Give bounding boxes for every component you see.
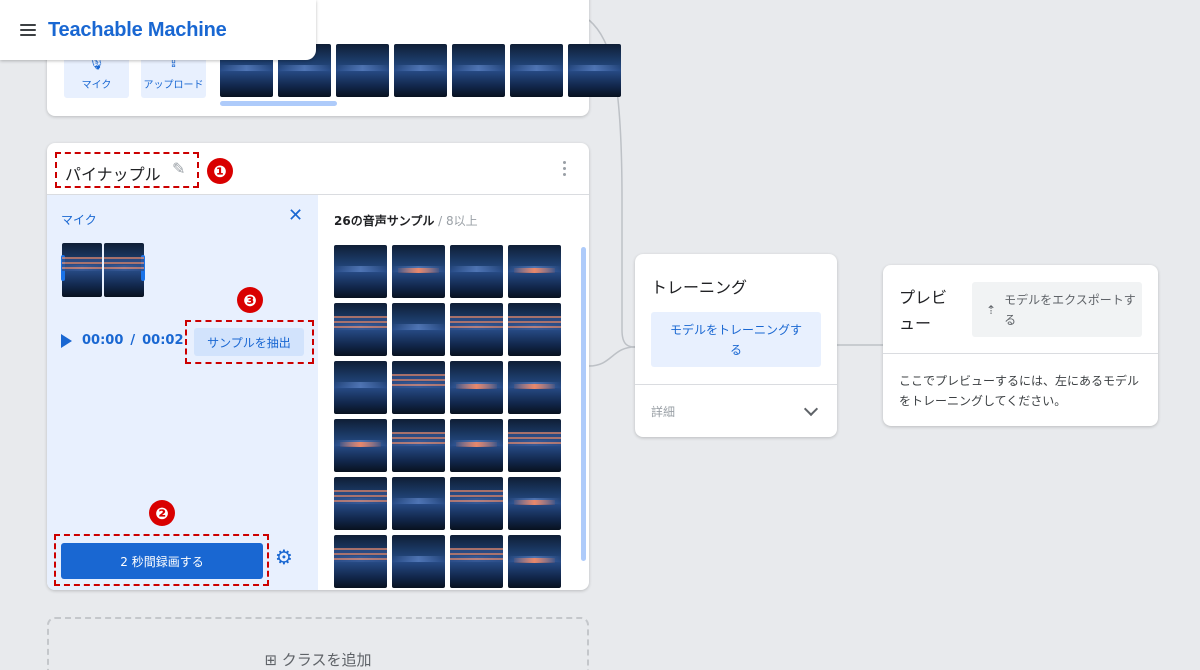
preview-card: プレビュー ⇡ モデルをエクスポートする ここでプレビューするには、左にあるモデ…	[883, 265, 1158, 426]
sample-thumbnail[interactable]	[450, 535, 503, 588]
mic-button-label: マイク	[81, 79, 112, 91]
recording-spectrogram	[62, 243, 144, 297]
more-options-icon[interactable]	[563, 161, 567, 176]
close-icon[interactable]: ✕	[288, 207, 303, 225]
annotation-marker-2: ❷	[149, 500, 175, 526]
sample-thumbnail[interactable]	[568, 44, 621, 97]
horizontal-scrollbar[interactable]	[220, 101, 337, 106]
playback-controls: 00:00 / 00:02	[61, 333, 184, 348]
sample-thumbnail[interactable]	[450, 419, 503, 472]
upload-icon: ⇡	[986, 302, 997, 317]
preview-hint: ここでプレビューするには、左にあるモデルをトレーニングしてください。	[899, 374, 1140, 408]
sample-thumbnail[interactable]	[334, 361, 387, 414]
sample-thumbnail[interactable]	[392, 303, 445, 356]
sample-thumbnail[interactable]	[508, 419, 561, 472]
samples-panel: 26の音声サンプル / 8以上	[318, 195, 589, 590]
add-class-label: ⊞ クラスを追加	[264, 651, 372, 669]
sample-thumbnail[interactable]	[392, 245, 445, 298]
sample-thumbnail[interactable]	[450, 477, 503, 530]
annotation-box-2	[54, 534, 269, 586]
sample-thumbnail[interactable]	[394, 44, 447, 97]
sample-thumbnail[interactable]	[334, 477, 387, 530]
sample-thumbnail[interactable]	[508, 477, 561, 530]
training-card: トレーニング モデルをトレーニングする 詳細	[635, 254, 837, 437]
annotation-box-3	[185, 320, 314, 364]
sample-thumbnail[interactable]	[392, 361, 445, 414]
sample-thumbnail[interactable]	[334, 245, 387, 298]
upload-button-label: アップロード	[143, 79, 204, 91]
sample-thumbnail[interactable]	[336, 44, 389, 97]
sample-thumbnail[interactable]	[508, 361, 561, 414]
sample-thumbnail[interactable]	[508, 303, 561, 356]
sample-thumbnail[interactable]	[334, 419, 387, 472]
gear-icon[interactable]: ⚙	[275, 547, 293, 567]
sample-thumbnail[interactable]	[452, 44, 505, 97]
sample-thumbnail[interactable]	[450, 303, 503, 356]
time-total: 00:02	[142, 333, 184, 348]
time-separator: /	[130, 333, 136, 348]
sample-thumbnail[interactable]	[392, 477, 445, 530]
samples-count: 26の音声サンプル / 8以上	[334, 212, 478, 229]
card-divider	[635, 384, 837, 385]
app-header: Teachable Machine	[0, 0, 316, 60]
sample-thumbnail[interactable]	[508, 535, 561, 588]
samples-count-label: 26の音声サンプル	[334, 214, 435, 228]
vertical-scrollbar[interactable]	[581, 247, 586, 561]
sample-thumbnail[interactable]	[392, 419, 445, 472]
sample-thumbnail[interactable]	[450, 245, 503, 298]
chevron-down-icon[interactable]	[803, 401, 819, 417]
sample-thumbnail[interactable]	[392, 535, 445, 588]
export-model-label: モデルをエクスポートする	[1004, 292, 1136, 327]
train-model-button[interactable]: モデルをトレーニングする	[651, 312, 821, 367]
preview-title: プレビュー	[899, 288, 948, 333]
training-title: トレーニング	[651, 278, 748, 297]
sample-thumbnail[interactable]	[334, 535, 387, 588]
export-model-button[interactable]: ⇡ モデルをエクスポートする	[972, 282, 1142, 337]
class-card-pineapple: パイナップル ✎ マイク ✕ 00:00 / 00:02 サンプルを抽出 2 秒…	[47, 143, 589, 590]
card-divider	[883, 353, 1158, 354]
annotation-marker-1: ❶	[207, 158, 233, 184]
sample-thumbnail[interactable]	[450, 361, 503, 414]
samples-min-label: / 8以上	[434, 214, 478, 228]
sample-thumbnail[interactable]	[334, 303, 387, 356]
time-current: 00:00	[82, 333, 124, 348]
annotation-box-1	[55, 152, 199, 188]
play-icon[interactable]	[61, 333, 72, 348]
sample-thumbnail[interactable]	[510, 44, 563, 97]
add-class-button[interactable]: ⊞ クラスを追加	[47, 617, 589, 670]
sample-thumbnail[interactable]	[508, 245, 561, 298]
app-brand[interactable]: Teachable Machine	[48, 19, 227, 42]
hamburger-menu-icon[interactable]	[20, 24, 36, 36]
mic-panel-label: マイク	[61, 213, 97, 227]
advanced-toggle-label[interactable]: 詳細	[651, 403, 675, 420]
mic-recording-panel: マイク ✕ 00:00 / 00:02 サンプルを抽出 2 秒間録画する ⚙	[47, 195, 318, 590]
samples-grid	[334, 245, 562, 590]
annotation-marker-3: ❸	[237, 287, 263, 313]
